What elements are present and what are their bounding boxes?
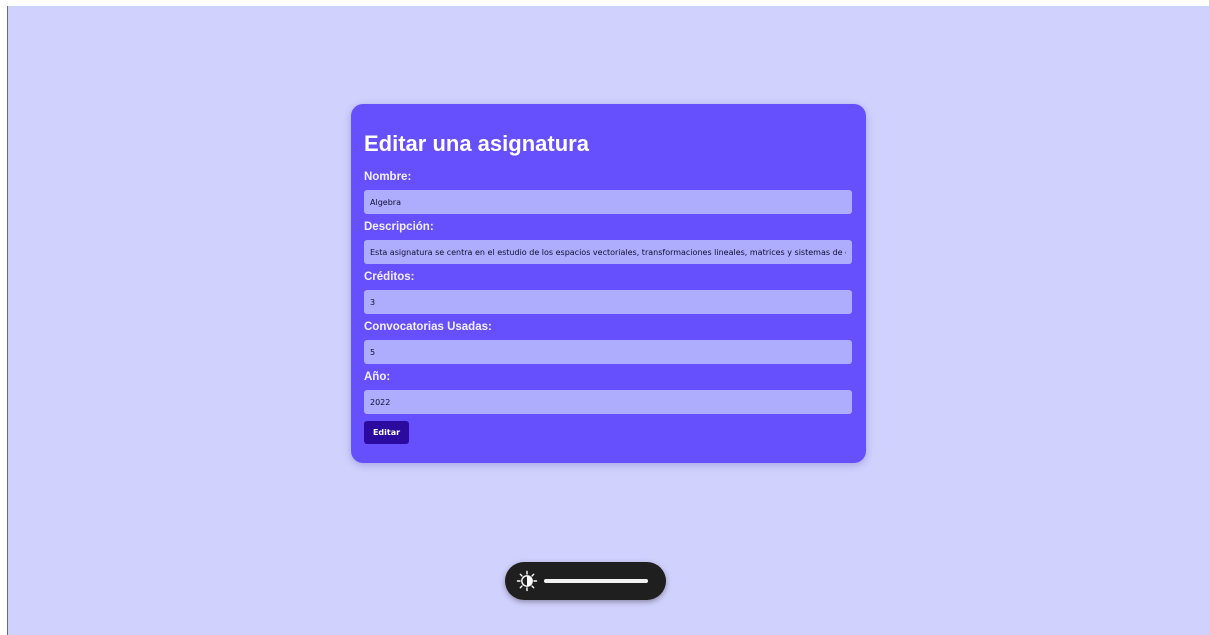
name-input[interactable] [364,190,852,214]
form-title: Editar una asignatura [364,131,589,156]
brightness-icon [516,570,538,592]
brightness-osd [505,562,666,600]
brightness-level-fill [544,579,648,583]
page-background: Editar una asignatura Nombre: Descripció… [7,6,1209,635]
credits-input[interactable] [364,290,852,314]
name-label: Nombre: [364,171,412,183]
edit-button[interactable]: Editar [364,421,409,444]
description-label: Descripción: [364,221,434,233]
used-attempts-input[interactable] [364,340,852,364]
edit-subject-form: Editar una asignatura Nombre: Descripció… [351,104,866,463]
year-label: Año: [364,371,391,383]
brightness-slider[interactable] [544,579,648,583]
credits-label: Créditos: [364,271,415,283]
description-input[interactable] [364,240,852,264]
used-attempts-label: Convocatorias Usadas: [364,321,492,333]
year-input[interactable] [364,390,852,414]
